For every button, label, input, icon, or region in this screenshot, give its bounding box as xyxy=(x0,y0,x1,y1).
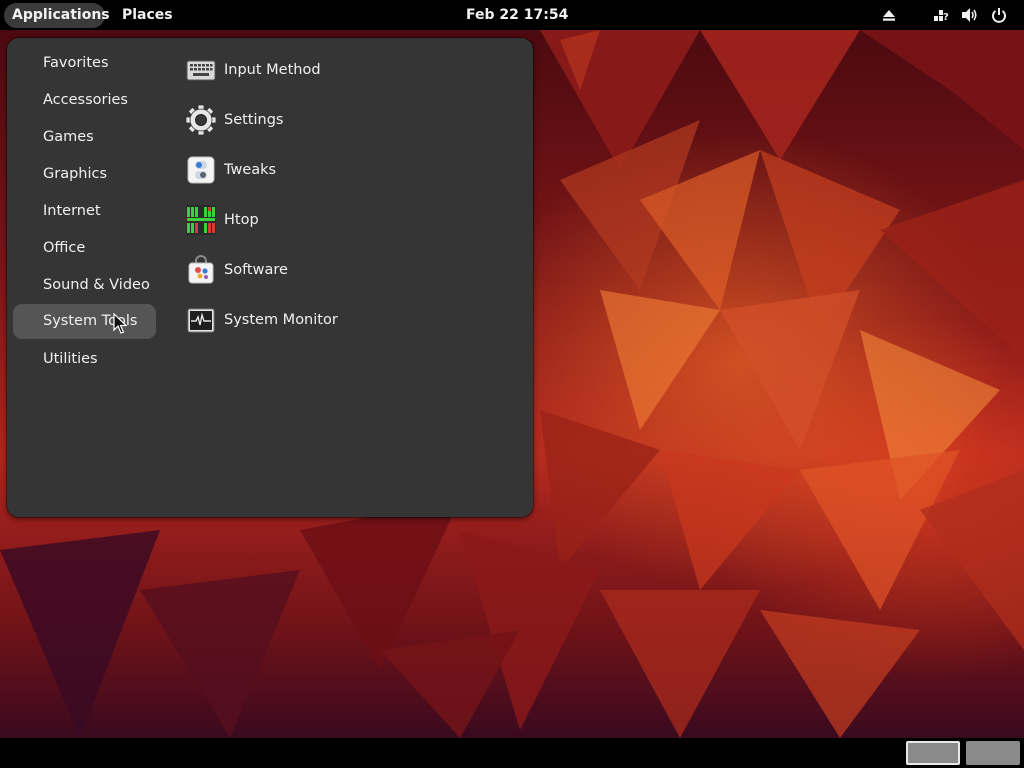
app-label: Software xyxy=(224,262,288,278)
mouse-pointer-icon xyxy=(113,312,128,339)
category-internet[interactable]: Internet xyxy=(13,194,156,229)
workspace-2-button[interactable] xyxy=(966,741,1020,765)
system-monitor-icon xyxy=(185,304,217,336)
category-sound-video[interactable]: Sound & Video xyxy=(13,268,156,303)
volume-icon[interactable] xyxy=(961,6,979,24)
top-bar: Applications Places Feb 22 17:54 ? xyxy=(0,0,1024,30)
eject-icon[interactable] xyxy=(880,6,898,24)
svg-text:?: ? xyxy=(943,12,949,23)
category-favorites[interactable]: Favorites xyxy=(13,46,156,81)
app-label: Htop xyxy=(224,212,259,228)
applications-menu-popover: Favorites Accessories Games Graphics Int… xyxy=(7,38,533,517)
app-input-method[interactable]: Input Method xyxy=(185,52,485,88)
htop-icon xyxy=(185,204,217,236)
clock[interactable]: Feb 22 17:54 xyxy=(458,3,576,28)
accessibility-icon[interactable]: ? xyxy=(933,6,951,24)
app-htop[interactable]: Htop xyxy=(185,202,485,238)
category-graphics[interactable]: Graphics xyxy=(13,157,156,192)
applications-menu-button[interactable]: Applications xyxy=(4,3,110,28)
software-bag-icon xyxy=(185,254,217,286)
category-office[interactable]: Office xyxy=(13,231,156,266)
app-label: Settings xyxy=(224,112,284,128)
category-utilities[interactable]: Utilities xyxy=(13,342,156,377)
keyboard-icon xyxy=(185,54,217,86)
app-software[interactable]: Software xyxy=(185,252,485,288)
tweaks-icon xyxy=(185,154,217,186)
app-label: Input Method xyxy=(224,62,321,78)
category-games[interactable]: Games xyxy=(13,120,156,155)
places-menu-button[interactable]: Places xyxy=(114,3,181,28)
app-label: Tweaks xyxy=(224,162,277,178)
category-system-tools[interactable]: System Tools xyxy=(13,304,156,339)
category-accessories[interactable]: Accessories xyxy=(13,83,156,118)
bottom-panel xyxy=(0,738,1024,768)
app-tweaks[interactable]: Tweaks xyxy=(185,152,485,188)
app-system-monitor[interactable]: System Monitor xyxy=(185,302,485,338)
power-icon[interactable] xyxy=(990,6,1008,24)
app-label: System Monitor xyxy=(224,312,338,328)
gear-icon xyxy=(185,104,217,136)
workspace-1-button[interactable] xyxy=(906,741,960,765)
app-settings[interactable]: Settings xyxy=(185,102,485,138)
